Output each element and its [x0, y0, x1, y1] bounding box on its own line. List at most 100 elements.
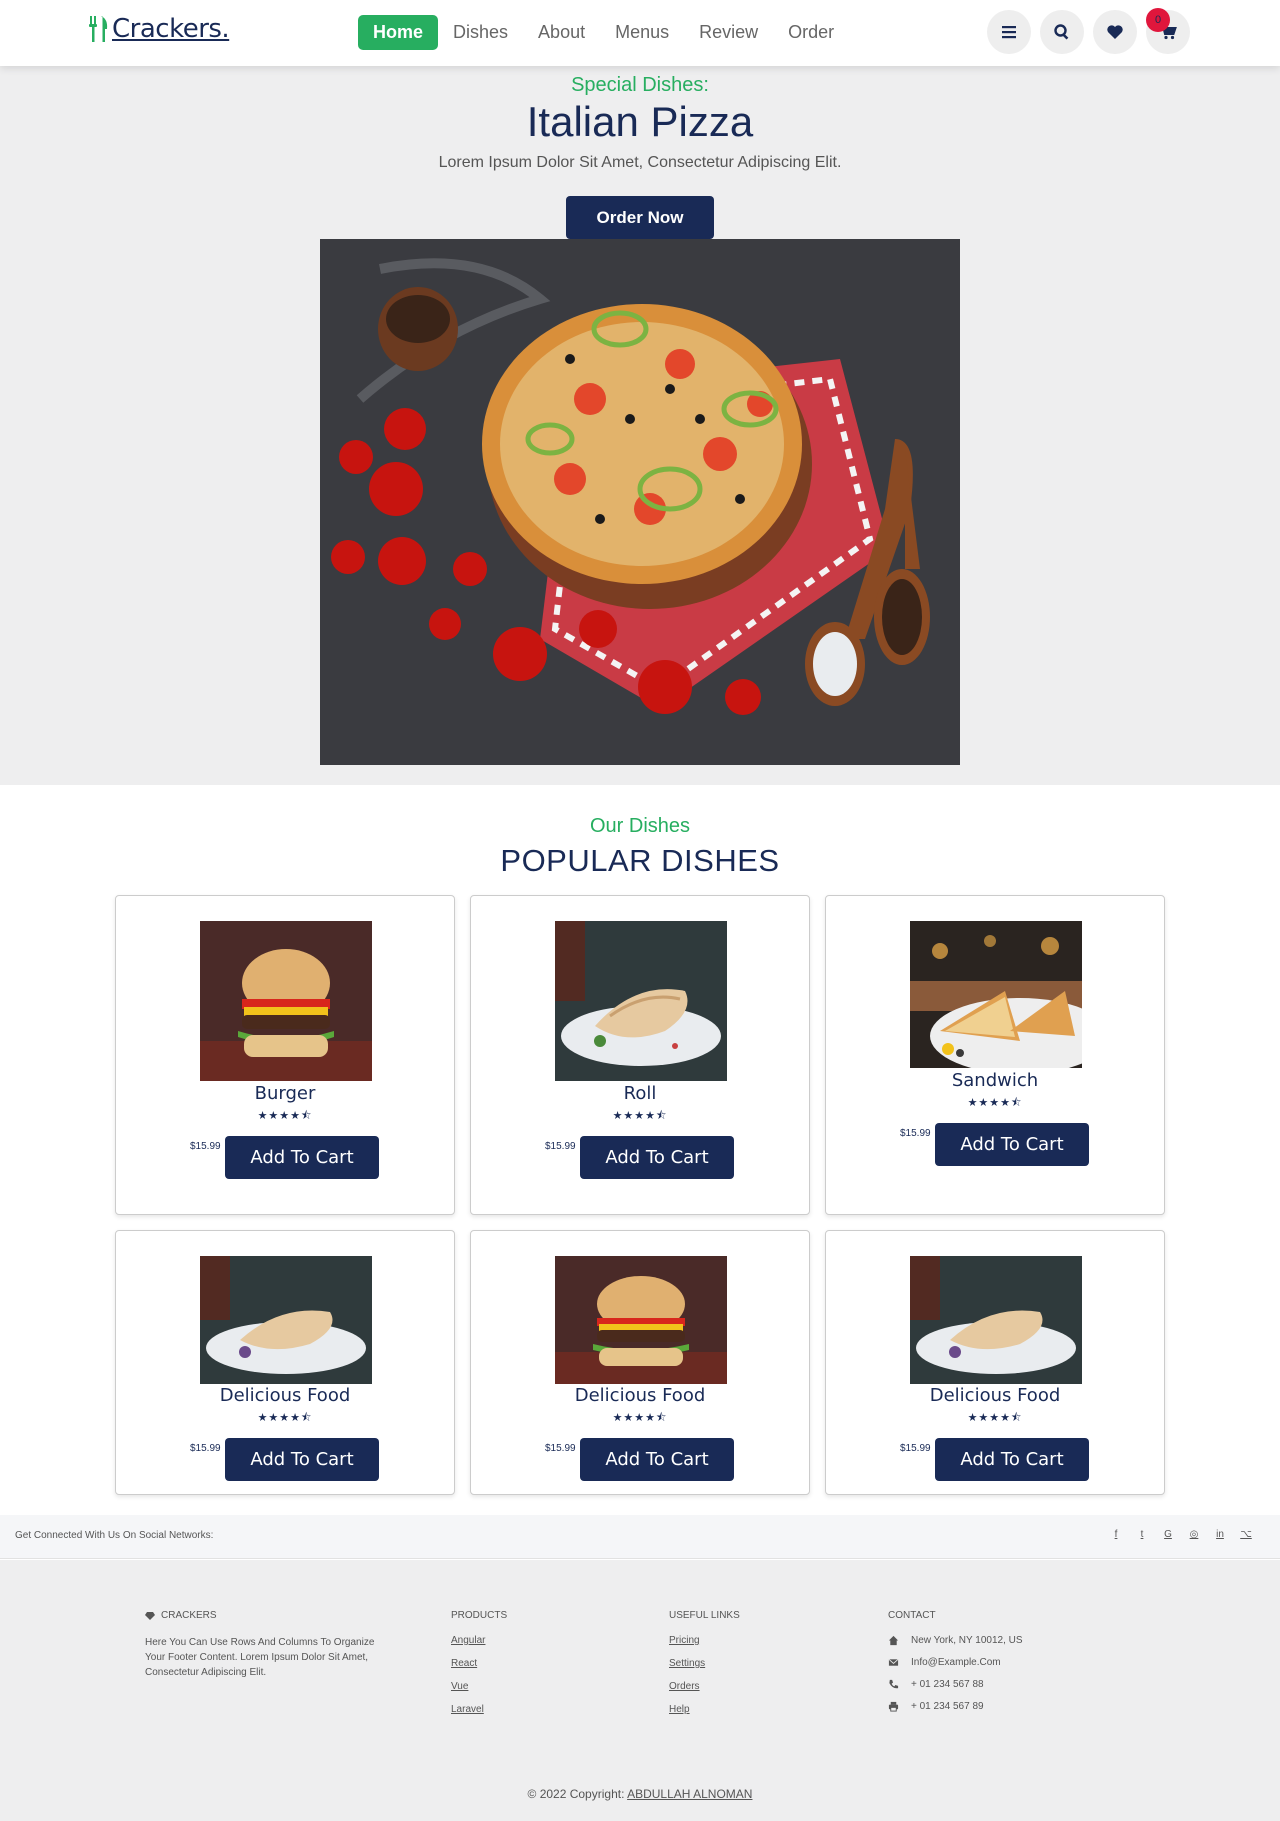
copyright: © 2022 Copyright: ABDULLAH ALNOMAN — [0, 1787, 1280, 1801]
header-icons: 0 — [987, 8, 1190, 54]
site-header: Crackers. Home Dishes About Menus Review… — [0, 0, 1280, 66]
burger-image — [555, 1256, 727, 1384]
hero-subtitle: Special Dishes: — [571, 74, 709, 96]
instagram-icon[interactable]: ◎ — [1188, 1529, 1200, 1540]
roll-image — [200, 1256, 372, 1384]
dish-price: $15.99 — [190, 1443, 221, 1454]
rating-stars: ★★★★⯪ — [257, 1110, 313, 1122]
add-to-cart-button[interactable]: Add To Cart — [935, 1438, 1089, 1481]
footer-contact: CONTACT New York, NY 10012, US Info@Exam… — [888, 1610, 1023, 1723]
footer-useful-links: USEFUL LINKS Pricing Settings Orders Hel… — [669, 1610, 740, 1727]
rating-stars: ★★★★⯪ — [612, 1110, 668, 1122]
dish-name: Roll — [623, 1083, 657, 1104]
footer-about: CRACKERS Here You Can Use Rows And Colum… — [145, 1610, 385, 1680]
social-links: f t G ◎ in ⌥ — [1110, 1529, 1252, 1540]
dish-name: Delicious Food — [929, 1385, 1061, 1406]
footer-brand: CRACKERS — [161, 1610, 217, 1621]
search-button[interactable] — [1040, 10, 1084, 54]
main-nav: Home Dishes About Menus Review Order — [358, 15, 849, 50]
dish-card-sandwich: Sandwich ★★★★⯪ $15.99 Add To Cart — [825, 895, 1165, 1215]
wishlist-button[interactable] — [1093, 10, 1137, 54]
rating-stars: ★★★★⯪ — [257, 1412, 313, 1424]
github-icon[interactable]: ⌥ — [1240, 1529, 1252, 1540]
cart-button[interactable]: 0 — [1146, 8, 1190, 54]
add-to-cart-button[interactable]: Add To Cart — [225, 1438, 379, 1481]
facebook-icon[interactable]: f — [1110, 1529, 1122, 1540]
nav-order[interactable]: Order — [773, 15, 849, 50]
nav-menus[interactable]: Menus — [600, 15, 684, 50]
footer-products: PRODUCTS Angular React Vue Laravel — [451, 1610, 507, 1727]
nav-home[interactable]: Home — [358, 15, 439, 50]
nav-review[interactable]: Review — [684, 15, 773, 50]
add-to-cart-button[interactable]: Add To Cart — [580, 1438, 734, 1481]
logo-link[interactable]: Crackers. — [88, 14, 230, 44]
dish-price: $15.99 — [190, 1141, 221, 1152]
phone-icon — [889, 1679, 899, 1689]
add-to-cart-button[interactable]: Add To Cart — [580, 1136, 734, 1179]
dish-name: Delicious Food — [574, 1385, 706, 1406]
menu-button[interactable] — [987, 10, 1031, 54]
add-to-cart-button[interactable]: Add To Cart — [225, 1136, 379, 1179]
contact-phone: + 01 234 567 88 — [888, 1679, 1023, 1690]
hero-description: Lorem Ipsum Dolor Sit Amet, Consectetur … — [438, 154, 842, 171]
cart-count-badge: 0 — [1146, 8, 1170, 32]
dish-card-burger: Burger ★★★★⯪ $15.99 Add To Cart — [115, 895, 455, 1215]
dish-card-delicious-1: Delicious Food ★★★★⯪ $15.99 Add To Cart — [115, 1230, 455, 1495]
dishes-title: POPULAR DISHES — [500, 843, 780, 878]
dish-price: $15.99 — [545, 1443, 576, 1454]
roll-image — [910, 1256, 1082, 1384]
menu-icon — [1002, 26, 1016, 39]
sandwich-image — [910, 921, 1082, 1068]
order-now-button[interactable]: Order Now — [566, 196, 714, 239]
rating-stars: ★★★★⯪ — [612, 1412, 668, 1424]
footer-about-text: Here You Can Use Rows And Columns To Org… — [145, 1637, 375, 1678]
burger-image — [200, 921, 372, 1081]
dish-price: $15.99 — [545, 1141, 576, 1152]
useful-links-heading: USEFUL LINKS — [669, 1610, 740, 1621]
contact-fax-text: + 01 234 567 89 — [911, 1701, 984, 1712]
contact-email: Info@Example.Com — [888, 1657, 1023, 1668]
footer-link-orders[interactable]: Orders — [669, 1681, 740, 1692]
footer-link-angular[interactable]: Angular — [451, 1635, 507, 1646]
contact-phone-text: + 01 234 567 88 — [911, 1679, 984, 1690]
footer-link-settings[interactable]: Settings — [669, 1658, 740, 1669]
footer-link-react[interactable]: React — [451, 1658, 507, 1669]
add-to-cart-button[interactable]: Add To Cart — [935, 1123, 1089, 1166]
dishes-subtitle: Our Dishes — [589, 815, 691, 837]
contact-heading: CONTACT — [888, 1610, 936, 1621]
footer-brand-heading: CRACKERS — [145, 1610, 385, 1621]
utensils-icon — [89, 16, 108, 42]
products-heading: PRODUCTS — [451, 1610, 508, 1621]
contact-fax: + 01 234 567 89 — [888, 1701, 1023, 1712]
nav-dishes[interactable]: Dishes — [438, 15, 523, 50]
footer-link-pricing[interactable]: Pricing — [669, 1635, 740, 1646]
rating-stars: ★★★★⯪ — [967, 1412, 1023, 1424]
dish-price: $15.99 — [900, 1443, 931, 1454]
dish-price: $15.99 — [900, 1128, 931, 1139]
envelope-icon — [888, 1658, 899, 1666]
hero-title: Italian Pizza — [526, 98, 754, 145]
footer-link-vue[interactable]: Vue — [451, 1681, 507, 1692]
footer-link-laravel[interactable]: Laravel — [451, 1704, 507, 1715]
dishes-section: Our Dishes POPULAR DISHES Burger ★★★★⯪ $… — [0, 785, 1280, 1515]
dish-card-delicious-3: Delicious Food ★★★★⯪ $15.99 Add To Cart — [825, 1230, 1165, 1495]
dish-name: Delicious Food — [219, 1385, 351, 1406]
contact-address-text: New York, NY 10012, US — [911, 1635, 1023, 1646]
footer-link-help[interactable]: Help — [669, 1704, 740, 1715]
dish-card-roll: Roll ★★★★⯪ $15.99 Add To Cart — [470, 895, 810, 1215]
dish-name: Sandwich — [951, 1070, 1039, 1091]
linkedin-icon[interactable]: in — [1214, 1529, 1226, 1540]
dish-name: Burger — [254, 1083, 316, 1104]
site-footer: CRACKERS Here You Can Use Rows And Colum… — [0, 1560, 1280, 1821]
home-icon — [888, 1635, 899, 1646]
logo-text: Crackers. — [112, 14, 230, 44]
rating-stars: ★★★★⯪ — [967, 1097, 1023, 1109]
gem-icon — [145, 1611, 155, 1620]
nav-about[interactable]: About — [523, 15, 600, 50]
roll-image — [555, 921, 727, 1081]
twitter-icon[interactable]: t — [1136, 1529, 1148, 1540]
print-icon — [888, 1701, 899, 1712]
google-icon[interactable]: G — [1162, 1529, 1174, 1540]
copyright-link[interactable]: ABDULLAH ALNOMAN — [627, 1787, 752, 1801]
search-icon — [1054, 24, 1069, 40]
